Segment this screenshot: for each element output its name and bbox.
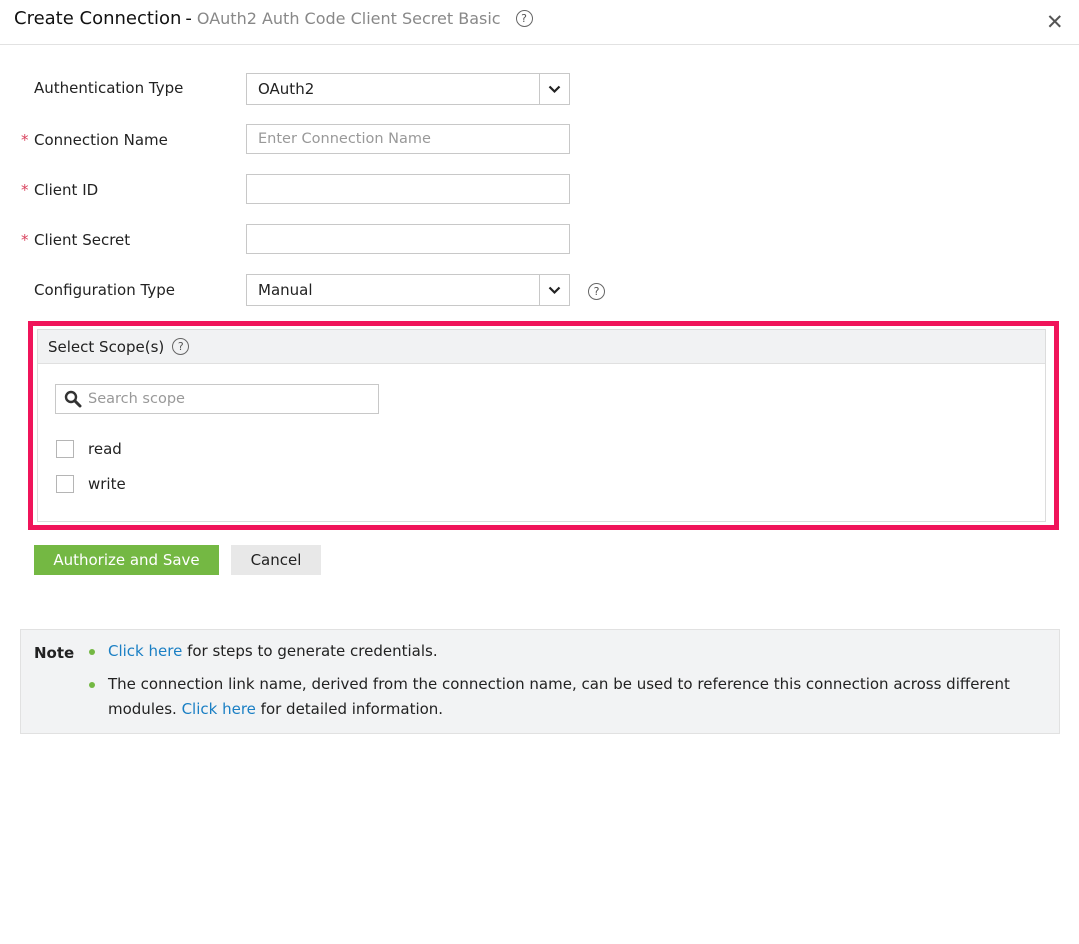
client-id-input[interactable] bbox=[246, 174, 570, 204]
required-mark: * bbox=[21, 231, 29, 249]
scope-option[interactable]: read bbox=[56, 440, 122, 458]
scope-label-write: write bbox=[88, 475, 126, 493]
auth-type-value: OAuth2 bbox=[258, 80, 315, 98]
note-item-2-text-end: for detailed information. bbox=[255, 700, 444, 718]
click-here-link[interactable]: Click here bbox=[108, 642, 182, 660]
note-item-1: Click here for steps to generate credent… bbox=[108, 639, 1038, 664]
scope-checkbox-write[interactable] bbox=[56, 475, 74, 493]
config-type-value: Manual bbox=[258, 281, 313, 299]
required-mark: * bbox=[21, 181, 29, 199]
scope-title: Select Scope(s) bbox=[48, 337, 165, 356]
chevron-down-icon[interactable] bbox=[539, 275, 569, 305]
client-secret-label: Client Secret bbox=[34, 231, 131, 249]
dialog-title: Create Connection - OAuth2 Auth Code Cli… bbox=[14, 8, 533, 29]
client-id-label: Client ID bbox=[34, 181, 99, 199]
help-icon[interactable]: ? bbox=[588, 283, 605, 300]
authorize-save-button[interactable]: Authorize and Save bbox=[34, 545, 219, 575]
config-type-select[interactable]: Manual bbox=[246, 274, 570, 306]
dialog-title-main: Create Connection bbox=[14, 8, 182, 29]
bullet-icon bbox=[89, 649, 95, 655]
search-icon bbox=[64, 390, 82, 408]
cancel-button[interactable]: Cancel bbox=[231, 545, 321, 575]
scope-panel: Select Scope(s) ? read write bbox=[37, 329, 1046, 522]
dialog-subtitle: OAuth2 Auth Code Client Secret Basic bbox=[196, 9, 501, 28]
scope-header: Select Scope(s) ? bbox=[38, 330, 1045, 364]
auth-type-label: Authentication Type bbox=[34, 79, 184, 97]
bullet-icon bbox=[89, 682, 95, 688]
note-box: Note Click here for steps to generate cr… bbox=[20, 629, 1060, 734]
scope-option[interactable]: write bbox=[56, 475, 126, 493]
auth-type-select[interactable]: OAuth2 bbox=[246, 73, 570, 105]
note-title: Note bbox=[34, 644, 75, 662]
note-item-2: The connection link name, derived from t… bbox=[108, 672, 1038, 722]
title-separator: - bbox=[185, 8, 192, 29]
close-icon[interactable]: ✕ bbox=[1046, 10, 1064, 34]
scope-label-read: read bbox=[88, 440, 122, 458]
client-secret-input[interactable] bbox=[246, 224, 570, 254]
scope-search-input[interactable] bbox=[82, 385, 378, 413]
required-mark: * bbox=[21, 131, 29, 149]
dialog-header: Create Connection - OAuth2 Auth Code Cli… bbox=[0, 0, 1079, 45]
connection-name-label: Connection Name bbox=[34, 131, 168, 149]
help-icon[interactable]: ? bbox=[515, 10, 533, 27]
note-item-1-text: for steps to generate credentials. bbox=[182, 642, 438, 660]
scope-search-box[interactable] bbox=[55, 384, 379, 414]
chevron-down-icon[interactable] bbox=[539, 74, 569, 104]
scope-checkbox-read[interactable] bbox=[56, 440, 74, 458]
help-icon[interactable]: ? bbox=[172, 338, 190, 355]
click-here-link[interactable]: Click here bbox=[182, 700, 256, 718]
connection-name-input[interactable] bbox=[246, 124, 570, 154]
config-type-label: Configuration Type bbox=[34, 281, 175, 299]
